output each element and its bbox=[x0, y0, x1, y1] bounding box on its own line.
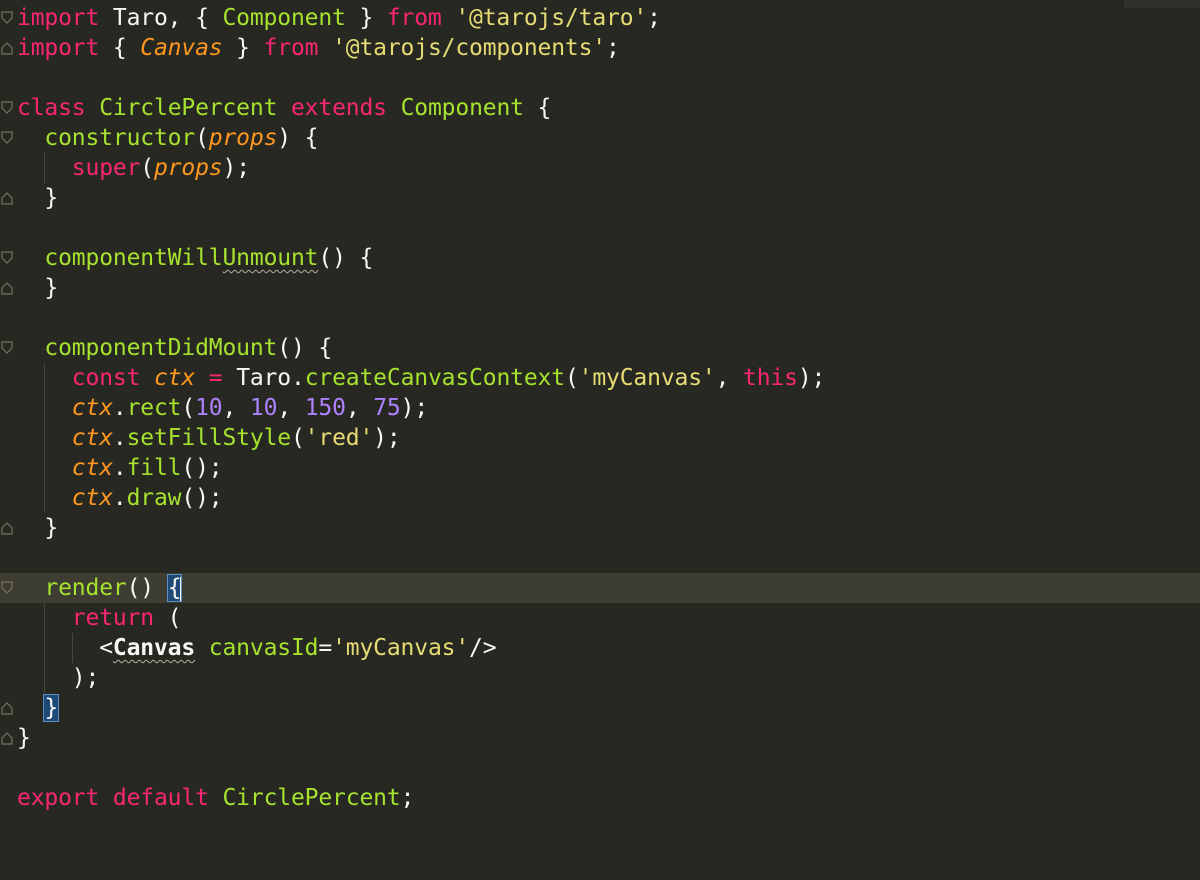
code-line-12[interactable]: componentDidMount() { bbox=[0, 333, 1200, 363]
fold-open-icon[interactable] bbox=[1, 131, 13, 145]
code-line-25[interactable]: } bbox=[0, 723, 1200, 753]
code-line-22[interactable]: <Canvas canvasId='myCanvas'/> bbox=[0, 633, 1200, 663]
code-editor[interactable]: import Taro, { Component } from '@tarojs… bbox=[0, 0, 1200, 880]
code-line-17[interactable]: ctx.draw(); bbox=[0, 483, 1200, 513]
fold-close-icon[interactable] bbox=[1, 731, 13, 745]
code-line-4[interactable]: class CirclePercent extends Component { bbox=[0, 93, 1200, 123]
fold-open-icon[interactable] bbox=[1, 11, 13, 25]
fold-close-icon[interactable] bbox=[1, 701, 13, 715]
fold-close-icon[interactable] bbox=[1, 521, 13, 535]
fold-open-icon[interactable] bbox=[1, 251, 13, 265]
code-line-18[interactable]: } bbox=[0, 513, 1200, 543]
code-line-1[interactable]: import Taro, { Component } from '@tarojs… bbox=[0, 3, 1200, 33]
code-line-27[interactable]: export default CirclePercent; bbox=[0, 783, 1200, 813]
code-line-16[interactable]: ctx.fill(); bbox=[0, 453, 1200, 483]
fold-close-icon[interactable] bbox=[1, 281, 13, 295]
code-line-7[interactable]: } bbox=[0, 183, 1200, 213]
code-line-24[interactable]: } bbox=[0, 693, 1200, 723]
spellcheck-squiggle[interactable]: Unmount bbox=[222, 245, 318, 271]
code-line-9[interactable]: componentWillUnmount() { bbox=[0, 243, 1200, 273]
code-line-15[interactable]: ctx.setFillStyle('red'); bbox=[0, 423, 1200, 453]
code-line-23[interactable]: ); bbox=[0, 663, 1200, 693]
code-line-5[interactable]: constructor(props) { bbox=[0, 123, 1200, 153]
fold-close-icon[interactable] bbox=[1, 41, 13, 55]
code-line-21[interactable]: return ( bbox=[0, 603, 1200, 633]
jsx-tag-canvas: Canvas bbox=[112, 635, 196, 661]
fold-open-icon[interactable] bbox=[1, 101, 13, 115]
code-line-10[interactable]: } bbox=[0, 273, 1200, 303]
keyword: import bbox=[17, 5, 100, 31]
fold-close-icon[interactable] bbox=[1, 191, 13, 205]
code-line-13[interactable]: const ctx = Taro.createCanvasContext('my… bbox=[0, 363, 1200, 393]
code-line-6[interactable]: super(props); bbox=[0, 153, 1200, 183]
fold-open-icon[interactable] bbox=[1, 581, 13, 595]
code-line-14[interactable]: ctx.rect(10, 10, 150, 75); bbox=[0, 393, 1200, 423]
fold-open-icon[interactable] bbox=[1, 341, 13, 355]
code-line-20-active[interactable]: render() { bbox=[0, 573, 1200, 603]
code-line-2[interactable]: import { Canvas } from '@tarojs/componen… bbox=[0, 33, 1200, 63]
text-cursor bbox=[180, 576, 183, 601]
matched-bracket: } bbox=[43, 694, 60, 722]
matched-bracket: { bbox=[166, 574, 183, 602]
